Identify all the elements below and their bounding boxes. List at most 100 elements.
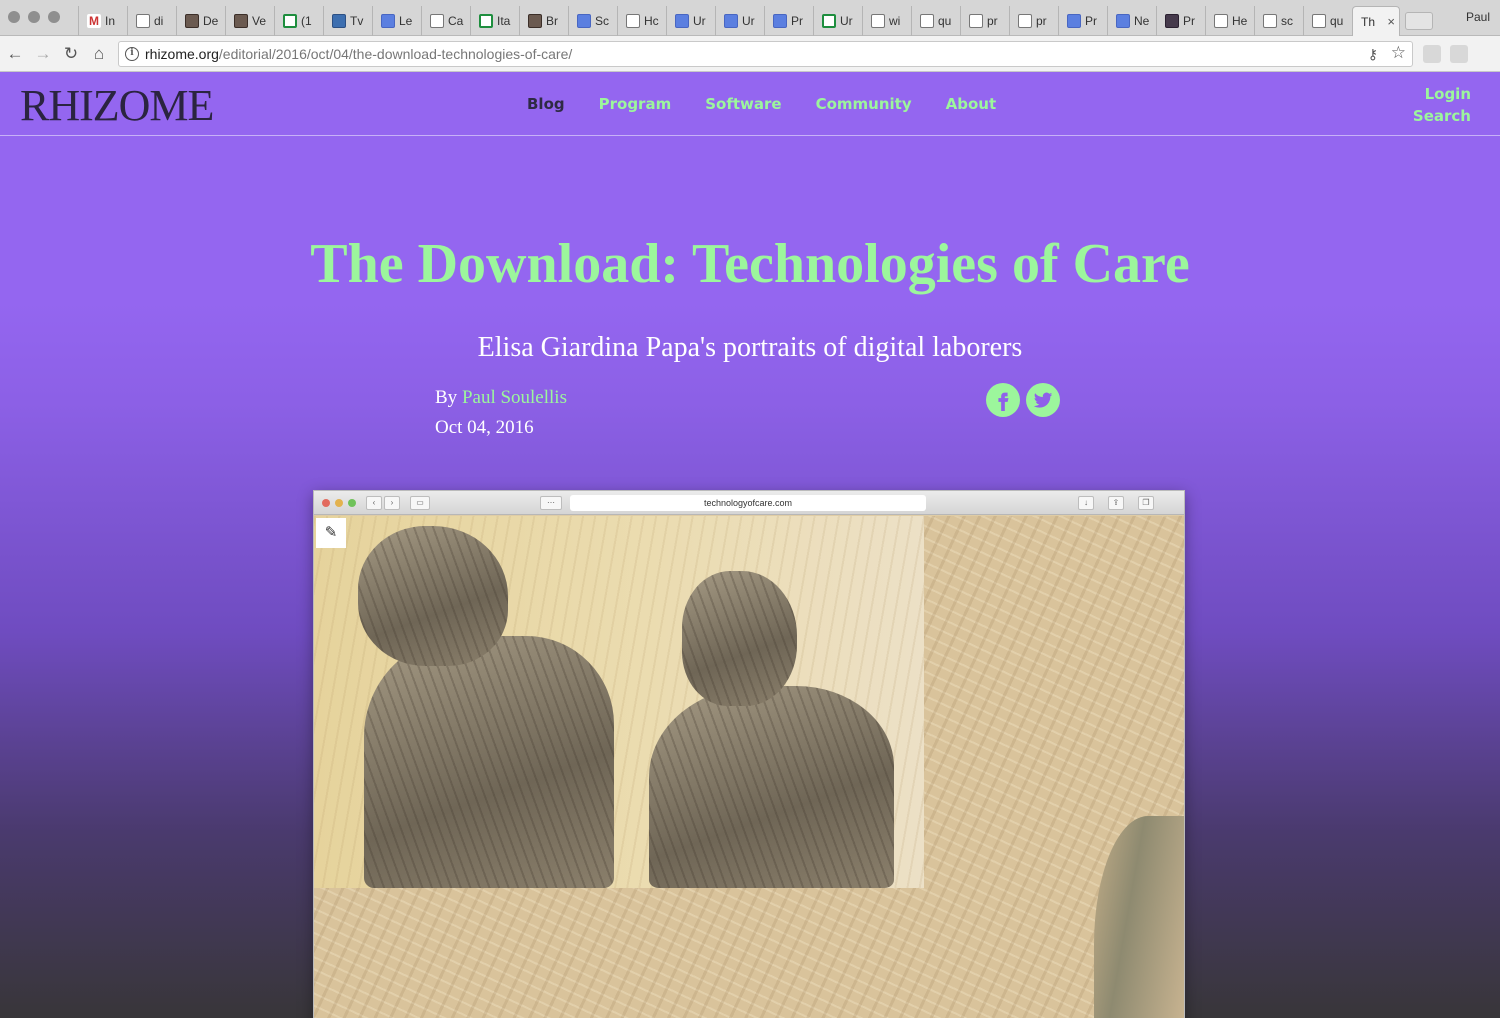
blue-favicon-icon (1116, 14, 1130, 28)
child-figure (649, 686, 894, 888)
sidebar-icon: ▭ (410, 496, 430, 510)
extension-icon[interactable] (1423, 45, 1441, 63)
doc-favicon-icon (1263, 14, 1277, 28)
page: RHIZOME Blog Program Software Community Abou… (0, 72, 1500, 1018)
site-header: RHIZOME Blog Program Software Community Abou… (0, 72, 1500, 136)
browser-tab[interactable]: sc (1254, 6, 1304, 36)
green-favicon-icon (822, 14, 836, 28)
nav-link-community[interactable]: Community (816, 95, 912, 113)
tab-title: pr (987, 14, 998, 28)
tab-title: Ca (448, 14, 464, 28)
browser-tab[interactable]: Pr (1156, 6, 1206, 36)
browser-tab[interactable]: De (176, 6, 226, 36)
main-nav: Blog Program Software Community About (510, 95, 1013, 113)
article-title: The Download: Technologies of Care (310, 233, 1190, 295)
green-favicon-icon (283, 14, 297, 28)
reader-icon: ⋯ (540, 496, 562, 510)
doc-favicon-icon (430, 14, 444, 28)
doc-favicon-icon (920, 14, 934, 28)
elder-figure (364, 636, 614, 888)
active-tab[interactable]: Th × (1352, 6, 1400, 36)
browser-tab[interactable]: (1 (274, 6, 324, 36)
nav-link-about[interactable]: About (946, 95, 997, 113)
address-bar[interactable]: i rhizome.org/editorial/2016/oct/04/the-… (118, 41, 1413, 67)
artwork-panel: ✎ (314, 516, 924, 888)
reload-icon[interactable]: ↻ (60, 43, 82, 65)
browser-tab[interactable]: pr (960, 6, 1010, 36)
browser-tab[interactable]: Ve (225, 6, 275, 36)
browser-tab[interactable]: Pr (1058, 6, 1108, 36)
browser-tab[interactable]: wi (862, 6, 912, 36)
key-icon[interactable]: ⚷ (1368, 46, 1378, 63)
bird-favicon-icon (332, 14, 346, 28)
doc-favicon-icon (1018, 14, 1032, 28)
back-icon[interactable]: ← (4, 43, 26, 65)
nav-link-program[interactable]: Program (599, 95, 672, 113)
window-minimize-button[interactable] (28, 11, 40, 23)
browser-tab[interactable]: qu (911, 6, 961, 36)
search-link[interactable]: Search (1413, 105, 1471, 127)
screenshot-url: technologyofcare.com (570, 495, 926, 511)
tab-title: pr (1036, 14, 1047, 28)
browser-tab[interactable]: Ita (470, 6, 520, 36)
tab-strip: M In di De Ve (1 Tv Le Ca Ita Br Sc Hc Ur Ur Pr Ur wi qu pr… (0, 0, 1500, 36)
tab-title: Ur (840, 14, 853, 28)
photo-favicon-icon (185, 14, 199, 28)
forward-icon[interactable]: → (32, 43, 54, 65)
share-icon: ⇪ (1108, 496, 1124, 510)
bookmark-star-icon[interactable]: ☆ (1391, 43, 1406, 63)
article-image[interactable]: ‹ › ▭ ⋯ technologyofcare.com ↓ ⇪ ❐ ✎ (313, 490, 1185, 1018)
browser-tab[interactable]: Ca (421, 6, 471, 36)
site-info-icon[interactable]: i (125, 47, 139, 61)
browser-tab[interactable]: Br (519, 6, 569, 36)
browser-tab[interactable]: di (127, 6, 177, 36)
browser-tab[interactable]: M In (78, 6, 128, 36)
window-zoom-button[interactable] (48, 11, 60, 23)
photo-favicon-icon (528, 14, 542, 28)
nav-link-blog[interactable]: Blog (527, 95, 565, 113)
browser-tab[interactable]: Ur (715, 6, 765, 36)
browser-tab[interactable]: He (1205, 6, 1255, 36)
author-link[interactable]: Paul Soulellis (462, 387, 567, 408)
browser-tab[interactable]: Ur (813, 6, 863, 36)
close-dot (322, 499, 330, 507)
blue-favicon-icon (724, 14, 738, 28)
tab-title: Pr (791, 14, 803, 28)
screenshot-browser-bar: ‹ › ▭ ⋯ technologyofcare.com ↓ ⇪ ❐ (314, 491, 1184, 515)
tab-title: In (105, 14, 116, 28)
tab-title: Le (399, 14, 413, 28)
new-tab-button[interactable] (1405, 12, 1433, 30)
doc-favicon-icon (871, 14, 885, 28)
profile-name[interactable]: Paul (1466, 10, 1490, 24)
tab-title: qu (1330, 14, 1344, 28)
login-link[interactable]: Login (1413, 83, 1471, 105)
home-icon[interactable]: ⌂ (88, 43, 110, 65)
tab-title: He (1232, 14, 1248, 28)
dark-favicon-icon (1165, 14, 1179, 28)
browser-tab[interactable]: Hc (617, 6, 667, 36)
social-share (986, 383, 1060, 417)
blue-favicon-icon (577, 14, 591, 28)
tab-title: di (154, 14, 164, 28)
forward-icon: › (384, 496, 400, 510)
nav-link-software[interactable]: Software (705, 95, 781, 113)
browser-tab[interactable]: Tv (323, 6, 373, 36)
browser-tab[interactable]: Sc (568, 6, 618, 36)
browser-tab[interactable]: Ur (666, 6, 716, 36)
rhizome-logo[interactable]: RHIZOME (20, 80, 214, 131)
browser-tab[interactable]: Pr (764, 6, 814, 36)
window-close-button[interactable] (8, 11, 20, 23)
twitter-icon[interactable] (1026, 383, 1060, 417)
browser-tab[interactable]: qu (1303, 6, 1353, 36)
extension-icon[interactable] (1450, 45, 1468, 63)
tab-title: Ita (497, 14, 511, 28)
artwork: ✎ (314, 516, 1184, 1018)
tab-title: qu (938, 14, 952, 28)
facebook-icon[interactable] (986, 383, 1020, 417)
browser-tab[interactable]: Le (372, 6, 422, 36)
tabs: M In di De Ve (1 Tv Le Ca Ita Br Sc Hc Ur Ur Pr Ur wi qu pr… (78, 6, 1450, 36)
close-icon[interactable]: × (1387, 14, 1395, 29)
tab-title: Pr (1183, 14, 1195, 28)
browser-tab[interactable]: Ne (1107, 6, 1157, 36)
browser-tab[interactable]: pr (1009, 6, 1059, 36)
